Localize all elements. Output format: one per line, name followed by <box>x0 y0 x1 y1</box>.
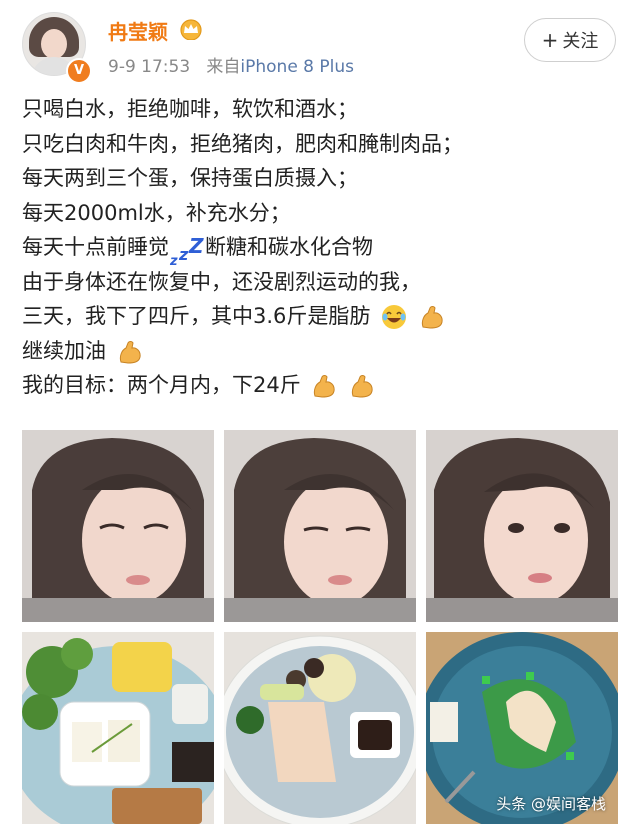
post-header: V 冉莹颖 9-9 17:53 来自iPhone 8 Plus + 关注 <box>0 0 640 90</box>
selfie-photo-2[interactable] <box>224 430 416 622</box>
text-line: 每天2000ml水，补充水分； <box>22 200 291 225</box>
text-line: 只吃白肉和牛肉，拒绝猪肉，肥肉和腌制肉品； <box>22 131 463 156</box>
food-photo-chicken-plate[interactable] <box>224 632 416 824</box>
post-meta: 9-9 17:53 来自iPhone 8 Plus <box>108 52 354 77</box>
text-line: 继续加油 <box>22 334 622 369</box>
flexed-biceps-emoji-icon <box>119 340 141 364</box>
laughing-tears-emoji-icon <box>382 305 407 329</box>
post-time: 9-9 17:53 <box>108 57 191 77</box>
sleep-zzz-icon: zzZ <box>170 234 204 269</box>
flexed-biceps-emoji-icon <box>421 306 443 329</box>
selfie-photo-1[interactable] <box>22 430 214 622</box>
post-text: 只喝白水，拒绝咖啡，软饮和酒水； 只吃白肉和牛肉，拒绝猪肉，肥肉和腌制肉品； 每… <box>22 92 622 403</box>
food-photo-tofu-broccoli[interactable] <box>22 632 214 824</box>
photo-grid: 头条 @娱间客栈 <box>22 430 618 824</box>
text-segment: 每天十点前睡觉 <box>22 235 169 259</box>
flexed-biceps-emoji-icon <box>314 375 336 398</box>
text-line: 三天，我下了四斤，其中3.6斤是脂肪 <box>22 299 622 334</box>
plus-icon: + <box>541 28 559 52</box>
text-line: 每天两到三个蛋，保持蛋白质摄入； <box>22 166 358 190</box>
selfie-photo-3[interactable] <box>426 430 618 622</box>
text-segment: 我的目标：两个月内，下24斤 <box>22 373 301 397</box>
watermark: 头条 @娱间客栈 <box>496 795 606 813</box>
crown-icon <box>180 19 202 40</box>
text-segment: 三天，我下了四斤，其中3.6斤是脂肪 <box>22 304 371 328</box>
verified-v-icon: V <box>66 58 92 84</box>
follow-label: 关注 <box>562 31 599 52</box>
text-line: 每天十点前睡觉 z z Z 断糖和碳水化合物 <box>22 230 622 269</box>
text-line: 只喝白水，拒绝咖啡，软饮和酒水； <box>22 97 358 121</box>
username[interactable]: 冉莹颖 <box>108 16 168 45</box>
text-segment: 继续加油 <box>22 338 106 363</box>
text-line: 由于身体还在恢复中，还没剧烈运动的我， <box>22 269 421 294</box>
source-device[interactable]: iPhone 8 Plus <box>240 57 354 77</box>
text-segment: 断糖和碳水化合物 <box>205 235 373 259</box>
flexed-biceps-emoji-icon <box>351 375 373 398</box>
follow-button[interactable]: + 关注 <box>524 18 616 62</box>
text-line: 我的目标：两个月内，下24斤 <box>22 368 622 403</box>
weibo-post: V 冉莹颖 9-9 17:53 来自iPhone 8 Plus + 关注 只喝白水… <box>0 0 640 824</box>
source-prefix: 来自 <box>206 57 241 77</box>
